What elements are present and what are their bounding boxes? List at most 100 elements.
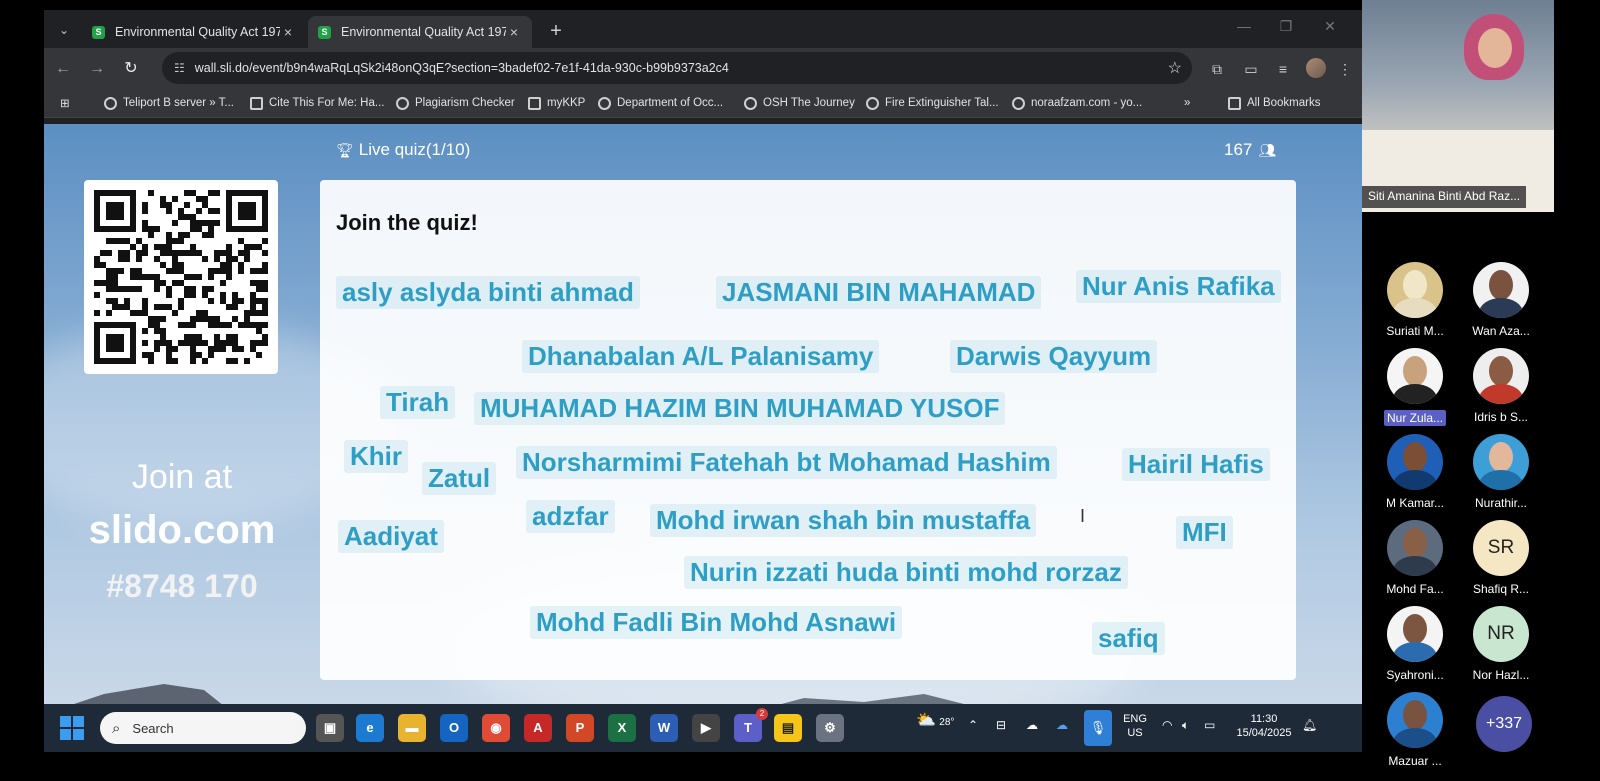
all-bookmarks[interactable]: All Bookmarks [1228, 94, 1321, 112]
tab-list-chevron-icon[interactable]: ⌄ [52, 18, 76, 42]
acrobat-pdf-icon[interactable]: A [524, 714, 552, 742]
qr-code-image [94, 190, 268, 364]
slido-favicon-icon: S [92, 25, 105, 39]
bookmark-label: Cite This For Me: Ha... [269, 97, 385, 109]
cast-icon[interactable]: ▭ [1240, 58, 1262, 80]
bookmark-label: noraafzam.com - yo... [1031, 97, 1143, 109]
bookmark-item[interactable]: Cite This For Me: Ha... [250, 94, 384, 112]
participant-tile[interactable]: Syahroni... [1376, 606, 1454, 682]
participant-name: Idris b S... [1473, 410, 1529, 424]
participant-name: Hairil Hafis [1122, 448, 1270, 481]
participant-tile[interactable]: Nurathir... [1462, 434, 1540, 510]
participant-name: Nur Anis Rafika [1076, 270, 1281, 303]
reload-icon[interactable]: ↻ [120, 58, 142, 80]
bookmark-label: Teliport B server » T... [123, 97, 234, 109]
close-tab-icon[interactable]: × [280, 24, 296, 40]
bookmark-label: Fire Extinguisher Tal... [885, 97, 999, 109]
excel-icon[interactable]: X [608, 714, 636, 742]
participant-tile[interactable]: M Kamar... [1376, 434, 1454, 510]
participant-tile[interactable]: NR Nor Hazl... [1462, 606, 1540, 682]
close-window-icon[interactable]: ✕ [1310, 18, 1350, 35]
participant-name: Wan Aza... [1472, 324, 1530, 338]
onedrive-icon[interactable]: ☁ [1056, 718, 1068, 732]
globe-icon [396, 96, 409, 110]
microphone-icon[interactable]: 🎙︎ [1084, 710, 1112, 746]
participant-name: Mohd Fa... [1386, 582, 1444, 596]
participant-name: Nurin izzati huda binti mohd rorzaz [684, 556, 1128, 589]
participant-tile[interactable]: Suriati M... [1376, 262, 1454, 338]
media-controls-icon[interactable]: ≡ [1272, 58, 1294, 80]
tray-overflow-chevron-icon[interactable]: ⌃ [968, 718, 978, 732]
participant-tile[interactable]: Idris b S... [1462, 348, 1540, 424]
weather-widget[interactable]: ⛅ 28° [916, 710, 954, 730]
participant-tile[interactable]: Wan Aza... [1462, 262, 1540, 338]
lang-code: ENG [1123, 713, 1147, 725]
restore-window-icon[interactable]: ❐ [1266, 18, 1306, 35]
sticky-notes-icon[interactable]: ▤ [774, 714, 802, 742]
search-placeholder: Search [132, 720, 174, 736]
participant-tile[interactable]: Mohd Fa... [1376, 520, 1454, 596]
wifi-icon[interactable]: ◠ [1162, 718, 1172, 732]
extensions-puzzle-icon[interactable]: ⧉ [1206, 58, 1228, 80]
participant-avatar [1387, 606, 1443, 662]
apps-grid-icon[interactable]: ⊞ [60, 94, 70, 112]
forward-arrow-icon[interactable]: → [86, 58, 108, 80]
bookmark-item[interactable]: Department of Occ... [598, 94, 723, 112]
page-icon [528, 96, 541, 110]
participant-name: Nurathir... [1474, 496, 1528, 510]
task-view-icon[interactable]: ▣ [316, 714, 344, 742]
tray-app-icon[interactable]: ⊟ [996, 718, 1006, 732]
bookmark-item[interactable]: OSH The Journey [744, 94, 855, 112]
new-tab-plus-icon[interactable]: + [544, 20, 568, 44]
clock-time: 11:30 [1250, 713, 1278, 725]
bookmark-item[interactable]: noraafzam.com - yo... [1012, 94, 1142, 112]
battery-icon[interactable]: ▭ [1204, 718, 1215, 732]
outlook-icon[interactable]: O [440, 714, 468, 742]
word-icon[interactable]: W [650, 714, 678, 742]
more-participants-button[interactable]: +337 [1476, 696, 1532, 752]
tab-environmental-quality-2[interactable]: S Environmental Quality Act 1974 × [308, 16, 532, 48]
taskbar-search[interactable]: ⌕ Search [100, 712, 306, 744]
bookmark-item[interactable]: myKKP [528, 94, 585, 112]
edge-browser-icon[interactable]: e [356, 714, 384, 742]
address-url[interactable]: wall.sli.do/event/b9n4waRqLqSk2i48onQ3qE… [195, 61, 729, 75]
site-info-icon[interactable]: ☷ [174, 61, 185, 75]
close-tab-icon[interactable]: × [506, 24, 522, 40]
bookmarks-overflow-chevron-icon[interactable]: » [1184, 94, 1190, 112]
active-speaker-video[interactable]: Siti Amanina Binti Abd Raz... [1362, 0, 1554, 212]
bookmark-label: Plagiarism Checker [415, 97, 515, 109]
participant-tile[interactable]: Mazuar ... [1376, 692, 1454, 768]
settings-gear-icon[interactable]: ⚙ [816, 714, 844, 742]
browser-window: ⌄ S Environmental Quality Act 1974 × S E… [44, 10, 1362, 704]
bookmark-item[interactable]: Teliport B server » T... [104, 94, 234, 112]
search-icon: ⌕ [112, 719, 121, 737]
notifications-bell-icon[interactable]: 🔔︎ [1302, 718, 1317, 732]
address-bar[interactable]: ☷ wall.sli.do/event/b9n4waRqLqSk2i48onQ3… [162, 52, 1192, 84]
chrome-icon[interactable]: ◉ [482, 714, 510, 742]
powerpoint-icon[interactable]: P [566, 714, 594, 742]
system-clock[interactable]: 11:30 15/04/2025 [1232, 712, 1296, 740]
input-language[interactable]: ENG US [1120, 712, 1150, 740]
profile-avatar[interactable] [1306, 58, 1326, 78]
globe-icon [104, 96, 117, 110]
participant-name: adzfar [526, 500, 615, 533]
bookmark-item[interactable]: Plagiarism Checker [396, 94, 515, 112]
tab-environmental-quality-1[interactable]: S Environmental Quality Act 1974 × [82, 16, 306, 48]
participant-tile[interactable]: SR Shafiq R... [1462, 520, 1540, 596]
weather-icon: ⛅ [916, 712, 936, 729]
participant-name: Darwis Qayyum [950, 340, 1158, 373]
file-explorer-icon[interactable]: ▬ [398, 714, 426, 742]
windows-start-icon[interactable] [60, 716, 84, 740]
bookmark-star-icon[interactable]: ☆ [1168, 58, 1182, 78]
participant-name: Mazuar ... [1388, 754, 1442, 768]
bookmark-item[interactable]: Fire Extinguisher Tal... [866, 94, 999, 112]
participant-tile[interactable]: Nur Zula... [1376, 348, 1454, 427]
back-arrow-icon[interactable]: ← [52, 58, 74, 80]
globe-icon [1012, 96, 1025, 110]
menu-kebab-icon[interactable]: ⋮ [1334, 58, 1356, 80]
teams-notification-badge: 2 [756, 708, 768, 720]
volume-icon[interactable]: 🔈︎ [1182, 718, 1189, 733]
media-player-icon[interactable]: ▶ [692, 714, 720, 742]
minimize-window-icon[interactable]: — [1224, 18, 1264, 34]
cloud-icon[interactable]: ☁ [1026, 718, 1038, 732]
